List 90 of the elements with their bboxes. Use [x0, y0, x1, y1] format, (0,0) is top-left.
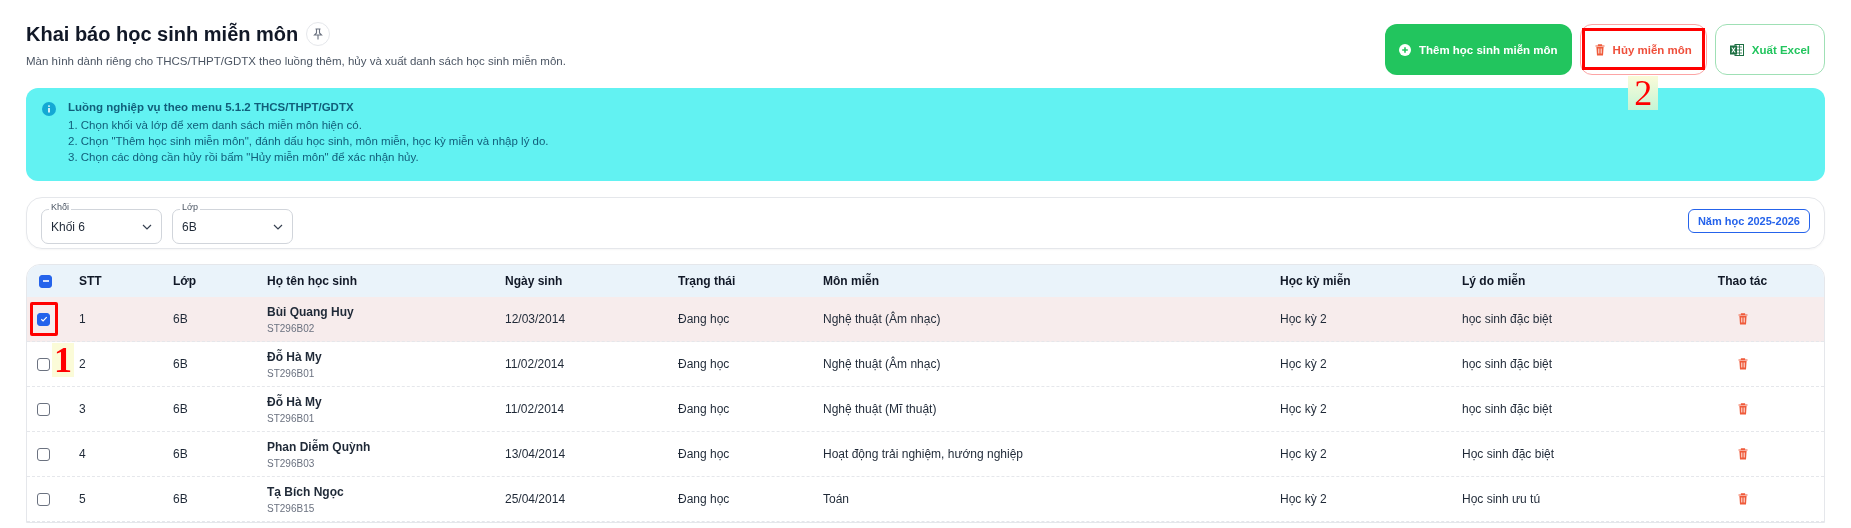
table-cell: 11/02/2014 — [505, 357, 565, 371]
column-header: Họ tên học sinh — [266, 274, 358, 288]
table-cell: Học kỳ 2 — [1280, 402, 1327, 416]
table-cell: Nghệ thuật (Âm nhạc) — [823, 357, 941, 371]
table-cell: Học sinh đặc biệt — [1462, 447, 1555, 461]
row-checkbox[interactable] — [37, 402, 50, 416]
table-cell: 6B — [173, 357, 188, 371]
pin-icon — [313, 28, 324, 40]
select-field[interactable]: Lớp 6B — [172, 202, 293, 240]
row-checkbox[interactable] — [37, 447, 50, 461]
delete-icon[interactable] — [1737, 403, 1748, 415]
info-step: 1. Chọn khối và lớp để xem danh sách miễn môn hiện có. — [68, 117, 549, 133]
student-name: Phan Diễm Quỳnh — [267, 439, 372, 454]
school-year-badge: Năm học 2025-2026 — [1687, 209, 1810, 233]
spreadsheet-icon — [1729, 42, 1744, 57]
table-cell: 11/02/2014 — [505, 402, 565, 416]
table-cell: Đang học — [678, 447, 730, 461]
table-cell: 6B — [173, 447, 188, 461]
select-field[interactable]: Khối Khối 6 — [41, 202, 162, 240]
table-cell: 1 — [79, 312, 86, 326]
table-cell: 13/04/2014 — [505, 447, 566, 461]
delete-icon[interactable] — [1737, 313, 1748, 325]
chevron-down-icon — [273, 223, 283, 230]
chevron-down-icon — [142, 223, 152, 230]
table-cell: 4 — [79, 447, 86, 461]
table-cell: 2 — [79, 357, 86, 371]
info-step: 2. Chọn "Thêm học sinh miễn môn", đánh dấu học sinh, môn miễn, học kỳ miễn và nhập lý do. — [68, 133, 549, 149]
field-label: Khối — [49, 202, 71, 213]
table-cell: 25/04/2014 — [505, 492, 566, 506]
delete-icon[interactable] — [1737, 358, 1748, 370]
table-cell: 6B — [173, 312, 188, 326]
column-header: STT — [78, 274, 103, 288]
table-cell: 6B — [173, 492, 188, 506]
student-name: Bùi Quang Huy — [267, 304, 355, 319]
table-cell: Nghệ thuật (Mĩ thuật) — [823, 402, 937, 416]
row-checkbox[interactable] — [37, 492, 50, 506]
delete-icon[interactable] — [1737, 448, 1748, 460]
plus-icon — [1398, 43, 1411, 56]
student-code: ST296B02 — [267, 322, 316, 334]
table-cell: 5 — [79, 492, 86, 506]
table-cell: Học kỳ 2 — [1280, 492, 1327, 506]
column-header: Lý do miễn — [1461, 274, 1527, 288]
table-cell: Đang học — [678, 402, 730, 416]
table-cell: Đang học — [678, 357, 730, 371]
table-cell: Học kỳ 2 — [1280, 447, 1327, 461]
info-title: Luồng nghiệp vụ theo menu 5.1.2 THCS/THPT/GDTX — [68, 101, 355, 113]
row-checkbox[interactable] — [37, 312, 50, 326]
column-header: Thao tác — [1716, 274, 1769, 288]
annotation-frame — [30, 302, 58, 336]
page-title: Khai báo học sinh miễn môn — [26, 22, 299, 46]
pin-button[interactable] — [306, 22, 331, 46]
column-header: Trạng thái — [677, 274, 737, 288]
table-cell: 12/03/2014 — [505, 312, 566, 326]
check-icon — [39, 315, 48, 323]
column-header: Lớp — [172, 274, 198, 288]
column-header: Ngày sinh — [504, 274, 564, 288]
student-code: ST296B01 — [267, 412, 316, 424]
table-cell: 6B — [173, 402, 188, 416]
column-header: Học kỳ miễn — [1279, 274, 1352, 288]
table-cell: Đang học — [678, 312, 730, 326]
page-subtitle: Màn hình dành riêng cho THCS/THPT/GDTX theo luồng thêm, hủy và xuất danh sách học sinh miễn môn. — [26, 55, 566, 67]
table-row[interactable]: 1 6B Bùi Quang Huy ST296B02 12/03/2014 Đang học Nghệ thuật (Âm nhạc) Học kỳ 2 học sinh đặc biệt — [27, 297, 1824, 342]
annotation-number: 1 — [52, 343, 74, 377]
student-code: ST296B01 — [267, 367, 316, 379]
student-code: ST296B03 — [267, 457, 316, 469]
student-name: Đỗ Hà My — [267, 349, 323, 364]
column-header: Môn miễn — [822, 274, 880, 288]
info-icon — [42, 102, 56, 116]
minus-icon — [41, 277, 50, 285]
student-code: ST296B15 — [267, 502, 316, 514]
info-step: 3. Chọn các dòng cần hủy rồi bấm "Hủy miễn môn" để xác nhận hủy. — [68, 149, 549, 165]
table-cell: Học kỳ 2 — [1280, 312, 1327, 326]
table-cell: học sinh đặc biệt — [1462, 312, 1553, 326]
table-cell: học sinh đặc biệt — [1462, 402, 1553, 416]
table-cell: Đang học — [678, 492, 730, 506]
table-cell: Hoạt động trải nghiệm, hướng nghiệp — [823, 447, 1024, 461]
row-checkbox[interactable] — [37, 357, 50, 371]
field-label: Lớp — [180, 202, 200, 213]
annotation-number: 2 — [1628, 76, 1659, 110]
trash-icon — [1594, 43, 1605, 56]
table-cell: 3 — [79, 402, 86, 416]
table-cell: Toán — [823, 492, 850, 506]
delete-icon[interactable] — [1737, 493, 1748, 505]
table-cell: Học kỳ 2 — [1280, 357, 1327, 371]
table-cell: Học sinh ưu tú — [1462, 492, 1541, 506]
student-name: Tạ Bích Ngọc — [267, 484, 345, 499]
table-cell: học sinh đặc biệt — [1462, 357, 1553, 371]
student-name: Đỗ Hà My — [267, 394, 323, 409]
table-cell: Nghệ thuật (Âm nhạc) — [823, 312, 941, 326]
select-all-checkbox[interactable] — [39, 274, 52, 288]
